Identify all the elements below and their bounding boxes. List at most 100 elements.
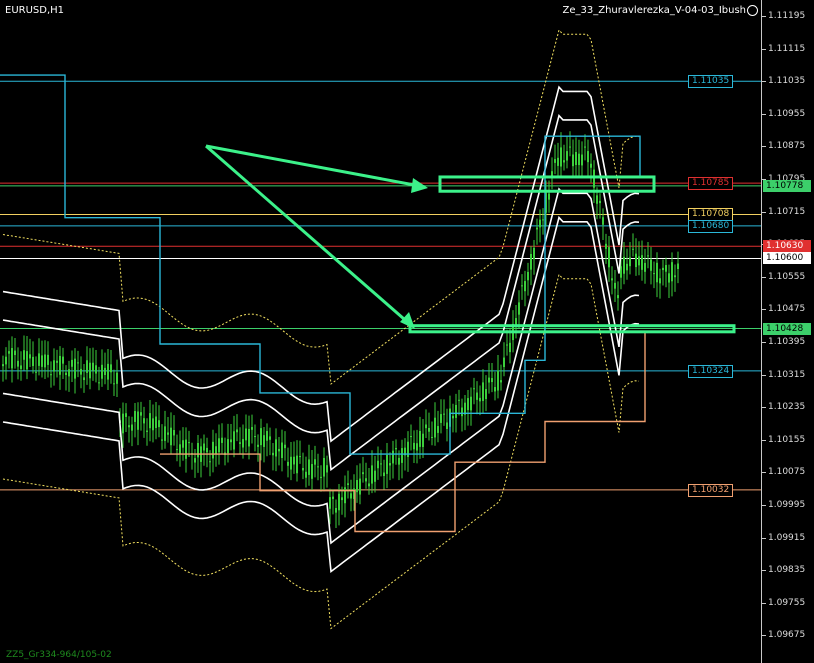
candle-body [623,256,625,274]
candle-body [107,363,109,380]
candle-body [575,151,577,166]
price-chart[interactable] [0,0,762,663]
candle-body [401,448,403,463]
candle-body [605,243,607,249]
price-tick-mark [762,276,766,278]
candle-body [566,151,568,161]
candle-body [293,456,295,465]
candle-body [425,424,427,429]
candle-body [518,302,520,315]
candle-body [380,463,382,465]
candle-body [626,263,628,271]
candle-body [422,433,424,448]
candle-body [578,153,580,166]
candle-body [158,420,160,428]
candle-body [563,160,565,163]
candle-body [548,193,550,200]
annotation-arrow-upper [205,144,426,189]
candle-body [179,444,181,455]
candle-body [206,447,208,453]
candle-body [245,428,247,441]
candle-body [260,428,262,446]
candle-body [317,466,319,468]
candle-body [647,255,649,257]
smiley-icon [747,5,758,16]
candle-body [470,396,472,411]
candle-body [92,362,94,371]
price-tick-label: 1.11195 [768,11,806,21]
candle-body [110,364,112,373]
candle-body [461,407,463,417]
price-tick-label: 1.09835 [768,565,806,576]
price-tick-label: 1.10875 [768,141,806,152]
candle-body [311,464,313,479]
bollinger-lower-outer [2,215,640,573]
candle-body [671,262,673,282]
candle-body [362,472,364,475]
candle-body [494,387,496,392]
candle-body [281,442,283,459]
price-tick-label: 1.09675 [768,630,806,641]
candle-body [47,354,49,365]
bollinger-upper-outer [2,85,640,443]
candle-body [398,457,400,465]
candle-body [506,344,508,346]
axis-price-flag: 1.10630 [763,240,811,253]
candle-body [320,476,322,478]
candle-body [236,429,238,433]
candle-body [137,411,139,430]
price-tick-label: 1.10315 [768,369,806,380]
candle-body [500,380,502,383]
price-tick-label: 1.10555 [768,271,806,282]
symbol-timeframe-label: EURUSD,H1 [5,5,65,16]
candle-body [593,169,595,188]
candle-body [218,438,220,453]
candle-body [614,282,616,289]
price-tick-mark [762,439,766,441]
price-tick-label: 1.10395 [768,337,806,347]
candle-body [677,263,679,269]
price-axis[interactable]: 1.11195 1.11115 1.11035 1.10955 1.10875 1.107… [761,0,814,663]
candle-body [140,412,142,416]
candle-body [8,351,10,354]
candle-body [104,367,106,375]
price-tick-label: 1.11115 [768,43,806,54]
candle-body [116,372,118,384]
candle-body [296,455,298,474]
candle-body [608,247,610,268]
candle-body [20,365,22,369]
candle-body [674,275,676,278]
candle-body [482,382,484,401]
candle-body [335,508,337,513]
price-tick-mark [762,407,766,409]
candle-body [35,371,37,373]
candle-body [131,424,133,431]
candle-body [203,443,205,451]
candle-body [524,281,526,292]
candle-body [305,471,307,478]
price-tick-label: 1.10155 [768,434,806,445]
candle-body [284,444,286,449]
candle-body [632,248,634,250]
candle-body [473,388,475,390]
candle-body [653,273,655,275]
candle-body [644,262,646,272]
candle-body [155,416,157,429]
chart-window[interactable]: EURUSD,H1 Ze_33_Zhuravlerezka_V-04-03_Ib… [0,0,814,663]
candle-body [467,398,469,411]
price-tick-label: 1.09755 [768,597,806,608]
candle-body [338,493,340,511]
price-tick-label: 1.11035 [768,76,806,87]
candle-body [128,425,130,428]
candle-body [326,465,328,473]
candle-body [275,439,277,457]
candle-body [359,478,361,495]
candle-body [95,365,97,374]
candle-body [413,442,415,450]
candle-body [368,483,370,487]
candle-body [527,271,529,281]
candle-body [668,273,670,283]
candle-body [65,372,67,375]
candle-body [419,430,421,447]
candle-body [665,265,667,272]
